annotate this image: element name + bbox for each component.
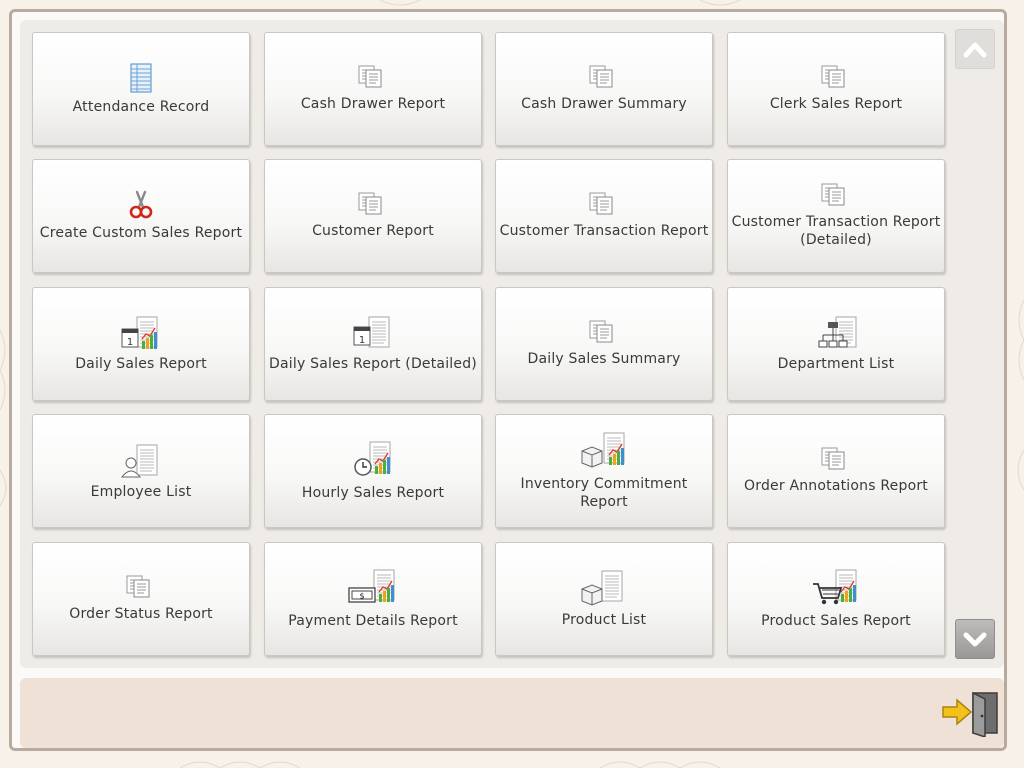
report-button-label: Daily Sales Report xyxy=(75,356,207,372)
attendance-sheet-icon xyxy=(128,62,154,94)
report-button[interactable]: Customer Transaction Report xyxy=(495,159,713,273)
report-button-label: Order Annotations Report xyxy=(744,478,928,494)
boxes-report-icon xyxy=(580,569,628,607)
report-pages-icon xyxy=(126,575,156,601)
scissors-icon xyxy=(128,190,154,220)
report-pages-icon xyxy=(821,447,851,473)
report-button[interactable]: Cash Drawer Report xyxy=(264,32,482,146)
calendar-report-icon: 1 xyxy=(353,315,393,351)
report-button[interactable]: 1 Daily Sales Report xyxy=(32,287,250,401)
report-button-label: Product List xyxy=(561,612,647,628)
report-button-label: Employee List xyxy=(90,484,192,500)
report-button-label: Department List xyxy=(777,356,895,372)
svg-text:1: 1 xyxy=(359,335,365,346)
report-button[interactable]: Clerk Sales Report xyxy=(727,32,945,146)
report-pages-icon xyxy=(589,65,619,91)
chevron-down-icon xyxy=(963,632,987,647)
status-bar xyxy=(20,678,1004,748)
exit-door-icon xyxy=(942,691,998,737)
report-button[interactable]: Create Custom Sales Report xyxy=(32,159,250,273)
scroll-down-button[interactable] xyxy=(955,619,995,659)
report-pages-icon xyxy=(358,192,388,218)
report-button-label: Hourly Sales Report xyxy=(301,485,445,501)
cash-chart-icon: $ xyxy=(348,568,398,608)
report-button[interactable]: Daily Sales Summary xyxy=(495,287,713,401)
cart-chart-icon xyxy=(812,568,860,608)
report-button-label: Inventory Commitment Report xyxy=(520,476,688,510)
report-button[interactable]: Cash Drawer Summary xyxy=(495,32,713,146)
chevron-up-icon xyxy=(963,42,987,58)
report-pages-icon xyxy=(358,65,388,91)
report-button[interactable]: Hourly Sales Report xyxy=(264,414,482,528)
report-button[interactable]: Customer Report xyxy=(264,159,482,273)
report-pages-icon xyxy=(821,183,851,209)
report-button[interactable]: Product Sales Report xyxy=(727,542,945,656)
report-pages-icon xyxy=(589,320,619,346)
report-button-label: Payment Details Report xyxy=(288,613,458,629)
report-button[interactable]: Product List xyxy=(495,542,713,656)
report-button[interactable]: Department List xyxy=(727,287,945,401)
report-button[interactable]: Order Status Report xyxy=(32,542,250,656)
scroll-up-button[interactable] xyxy=(955,29,995,69)
exit-button[interactable] xyxy=(938,687,1002,739)
report-button[interactable]: 1 Daily Sales Report (Detailed) xyxy=(264,287,482,401)
report-button-label: Daily Sales Report (Detailed) xyxy=(269,356,477,372)
report-button[interactable]: Customer Transaction Report (Detailed) xyxy=(727,159,945,273)
org-chart-report-icon xyxy=(812,315,860,351)
report-button-label: Customer Transaction Report xyxy=(499,223,709,239)
svg-text:1: 1 xyxy=(127,337,133,348)
report-button[interactable]: Employee List xyxy=(32,414,250,528)
report-button[interactable]: Attendance Record xyxy=(32,32,250,146)
report-button-label: Customer Report xyxy=(312,223,434,239)
person-report-icon xyxy=(121,441,161,479)
report-button-label: Order Status Report xyxy=(69,606,213,622)
report-button[interactable]: $ Payment Details Report xyxy=(264,542,482,656)
report-button-label: Customer Transaction Report (Detailed) xyxy=(731,214,941,248)
report-button[interactable]: Inventory Commitment Report xyxy=(495,414,713,528)
clock-chart-icon xyxy=(352,440,394,480)
report-button-label: Create Custom Sales Report xyxy=(39,225,243,241)
report-button-label: Clerk Sales Report xyxy=(769,96,903,112)
report-button[interactable]: Order Annotations Report xyxy=(727,414,945,528)
report-button-label: Attendance Record xyxy=(72,99,210,115)
report-button-label: Cash Drawer Summary xyxy=(521,96,687,112)
report-button-label: Cash Drawer Report xyxy=(300,96,446,112)
report-button-label: Daily Sales Summary xyxy=(527,351,681,367)
report-pages-icon xyxy=(821,65,851,91)
svg-text:$: $ xyxy=(359,592,364,601)
calendar-chart-icon: 1 xyxy=(121,315,161,351)
boxes-chart-icon xyxy=(580,431,628,471)
report-button-label: Product Sales Report xyxy=(761,613,911,629)
report-pages-icon xyxy=(589,192,619,218)
